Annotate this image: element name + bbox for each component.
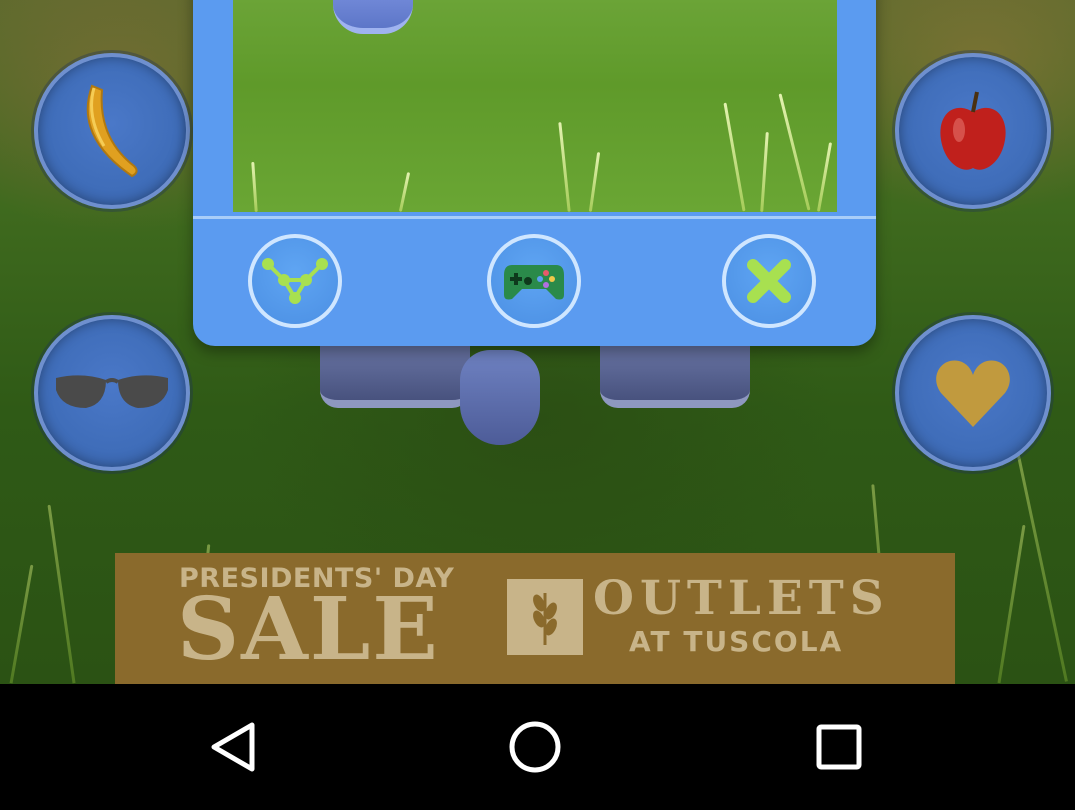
grass-blade bbox=[588, 152, 601, 212]
banana-icon bbox=[86, 84, 138, 178]
heart-icon bbox=[936, 360, 1010, 427]
back-icon bbox=[211, 722, 255, 772]
game-preview bbox=[233, 0, 837, 212]
heart-button[interactable] bbox=[895, 315, 1051, 471]
apple-icon bbox=[940, 91, 1006, 170]
grass-blade bbox=[723, 102, 746, 212]
grass-blade bbox=[9, 564, 34, 684]
outlets-logo bbox=[507, 579, 583, 655]
ad-brand-name: OUTLETS bbox=[593, 571, 890, 626]
sunglasses-icon bbox=[56, 375, 168, 408]
game-dialog bbox=[193, 0, 876, 346]
ad-brand-location: AT TUSCOLA bbox=[629, 625, 844, 658]
character-legs bbox=[320, 340, 750, 450]
play-game-button[interactable] bbox=[487, 234, 581, 328]
share-button[interactable] bbox=[248, 234, 342, 328]
grass-blade bbox=[1015, 446, 1068, 682]
home-button[interactable] bbox=[495, 712, 575, 782]
close-button[interactable] bbox=[722, 234, 816, 328]
grass-blade bbox=[47, 504, 76, 684]
dialog-divider bbox=[193, 216, 876, 219]
grass-blade bbox=[816, 142, 833, 212]
character-foot-preview bbox=[333, 0, 413, 34]
character-foot bbox=[460, 350, 540, 445]
back-button[interactable] bbox=[193, 712, 273, 782]
ad-sale-text: SALE bbox=[177, 579, 440, 680]
system-navigation-bar bbox=[0, 684, 1075, 810]
recents-button[interactable] bbox=[799, 712, 879, 782]
banana-button[interactable] bbox=[34, 53, 190, 209]
grass-blade bbox=[997, 524, 1026, 684]
share-icon bbox=[262, 258, 328, 304]
grass-blade bbox=[251, 161, 258, 212]
grass-blade bbox=[778, 93, 811, 211]
grass-blade bbox=[558, 122, 571, 212]
apple-button[interactable] bbox=[895, 53, 1051, 209]
home-icon bbox=[509, 721, 561, 773]
wheat-icon bbox=[533, 593, 557, 645]
gamepad-icon bbox=[504, 265, 564, 300]
grass-blade bbox=[398, 172, 411, 212]
close-icon bbox=[747, 259, 791, 303]
sunglasses-button[interactable] bbox=[34, 315, 190, 471]
ad-banner[interactable]: PRESIDENTS' DAY SALE OUTLETS AT TUSCOLA bbox=[115, 553, 955, 684]
grass-blade bbox=[760, 131, 769, 212]
leg-cuff bbox=[320, 340, 470, 408]
recents-icon bbox=[816, 724, 862, 770]
leg-cuff bbox=[600, 340, 750, 408]
